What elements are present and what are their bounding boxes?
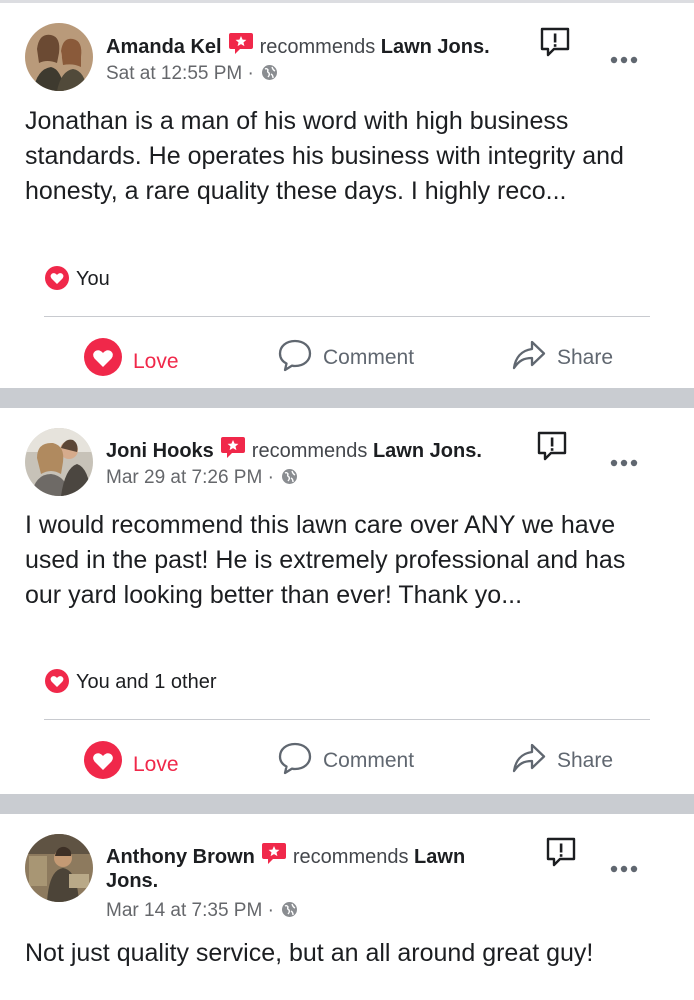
- recommendation-post: Joni Hooks recommends Lawn Jons. Mar 29 a…: [0, 408, 694, 794]
- recommends-text: recommends: [251, 440, 368, 462]
- reaction-summary[interactable]: You and 1 other: [44, 668, 217, 694]
- share-label: Share: [557, 749, 614, 772]
- recommendations-feed: Amanda Kel recommends Lawn Jons. Sat at 1…: [0, 0, 694, 1000]
- meta-separator: ·: [267, 467, 274, 488]
- comment-label: Comment: [323, 346, 415, 369]
- page-name-continued[interactable]: Jons.: [106, 870, 158, 892]
- page-name[interactable]: Lawn: [414, 846, 465, 868]
- reaction-count-text: You and 1 other: [76, 671, 217, 693]
- comment-label: Comment: [323, 749, 415, 772]
- post-separator: [0, 388, 694, 408]
- globe-icon: [261, 64, 278, 81]
- comment-button[interactable]: Comment: [277, 337, 414, 373]
- post-meta: Mar 29 at 7:26 PM ·: [106, 467, 298, 489]
- globe-icon: [281, 901, 298, 918]
- report-icon[interactable]: [539, 26, 571, 58]
- comment-icon: [278, 339, 312, 372]
- page-name[interactable]: Lawn Jons.: [373, 440, 482, 462]
- share-label: Share: [557, 346, 614, 369]
- recommendation-post: Anthony Brown recommends Lawn Jons. Mar 1…: [0, 814, 694, 1000]
- reaction-summary[interactable]: You: [44, 265, 110, 291]
- recommendation-text: I would recommend this lawn care over AN…: [25, 511, 626, 609]
- comment-icon: [278, 742, 312, 775]
- recommendation-post: Amanda Kel recommends Lawn Jons. Sat at 1…: [0, 0, 694, 388]
- timestamp[interactable]: Mar 29 at 7:26 PM: [106, 467, 262, 488]
- recommend-badge-icon: [220, 435, 246, 459]
- more-options-icon[interactable]: [609, 862, 639, 874]
- globe-icon: [281, 468, 298, 485]
- avatar[interactable]: [25, 428, 93, 496]
- more-options-icon[interactable]: [609, 53, 639, 65]
- love-button[interactable]: Love: [83, 337, 179, 377]
- avatar[interactable]: [25, 834, 93, 902]
- divider: [44, 316, 650, 317]
- post-meta: Sat at 12:55 PM ·: [106, 63, 278, 85]
- author-name[interactable]: Amanda Kel: [106, 36, 222, 58]
- share-button[interactable]: Share: [511, 337, 613, 373]
- heart-icon: [84, 338, 122, 376]
- more-options-icon[interactable]: [609, 456, 639, 468]
- share-button[interactable]: Share: [511, 740, 613, 776]
- love-button[interactable]: Love: [83, 740, 179, 780]
- meta-separator: ·: [247, 63, 254, 84]
- recommend-badge-icon: [228, 31, 254, 55]
- recommend-badge-icon: [261, 841, 287, 865]
- love-label: Love: [133, 753, 179, 776]
- recommendation-text: Not just quality service, but an all aro…: [25, 939, 594, 967]
- timestamp[interactable]: Mar 14 at 7:35 PM: [106, 900, 262, 921]
- post-header: Joni Hooks recommends Lawn Jons.: [106, 435, 482, 464]
- post-header-continued: Jons.: [106, 868, 158, 894]
- post-header: Anthony Brown recommends Lawn: [106, 841, 465, 870]
- report-icon[interactable]: [536, 430, 568, 462]
- heart-icon: [44, 668, 70, 694]
- divider: [44, 719, 650, 720]
- report-icon[interactable]: [545, 836, 577, 868]
- recommends-text: recommends: [292, 846, 409, 868]
- avatar[interactable]: [25, 23, 93, 91]
- heart-icon: [44, 265, 70, 291]
- author-name[interactable]: Joni Hooks: [106, 440, 214, 462]
- post-separator: [0, 794, 694, 814]
- recommends-text: recommends: [259, 36, 376, 58]
- post-meta: Mar 14 at 7:35 PM ·: [106, 900, 298, 922]
- author-name[interactable]: Anthony Brown: [106, 846, 255, 868]
- heart-icon: [84, 741, 122, 779]
- share-icon: [512, 743, 546, 773]
- timestamp[interactable]: Sat at 12:55 PM: [106, 63, 242, 84]
- page-name[interactable]: Lawn Jons.: [381, 36, 490, 58]
- post-header: Amanda Kel recommends Lawn Jons.: [106, 31, 490, 60]
- comment-button[interactable]: Comment: [277, 740, 414, 776]
- share-icon: [512, 340, 546, 370]
- recommendation-text: Jonathan is a man of his word with high …: [25, 107, 624, 205]
- meta-separator: ·: [267, 900, 274, 921]
- love-label: Love: [133, 350, 179, 373]
- reaction-count-text: You: [76, 268, 110, 290]
